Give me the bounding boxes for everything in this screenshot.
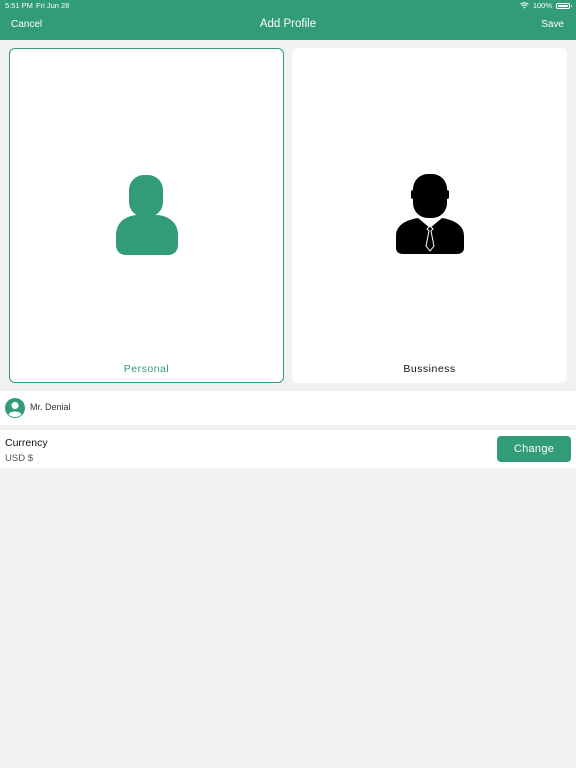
person-icon (115, 175, 178, 255)
avatar-icon (5, 398, 25, 418)
battery-icon (556, 2, 572, 9)
status-time: 5:51 PM (5, 1, 33, 10)
save-button[interactable]: Save (541, 19, 564, 30)
status-indicators: 100% (519, 1, 572, 10)
personal-profile-card[interactable]: Personal (9, 48, 284, 383)
status-bar: 5:51 PM Fri Jun 28 100% (0, 0, 576, 12)
businessman-icon (395, 174, 464, 254)
currency-row: Currency USD $ Change (0, 430, 576, 468)
business-profile-card[interactable]: Bussiness (292, 48, 567, 383)
change-currency-button[interactable]: Change (497, 436, 571, 462)
profile-name: Mr. Denial (30, 402, 71, 412)
currency-label: Currency (5, 437, 48, 449)
page-title: Add Profile (259, 18, 317, 30)
business-label: Bussiness (403, 363, 456, 375)
status-date: Fri Jun 28 (36, 1, 70, 10)
currency-value: USD $ (5, 453, 33, 464)
profile-name-row[interactable]: Mr. Denial (0, 391, 576, 425)
wifi-icon (519, 2, 529, 9)
personal-label: Personal (123, 363, 170, 375)
app-header: 5:51 PM Fri Jun 28 100% Cancel Add Profi… (0, 0, 576, 40)
battery-percent: 100% (532, 1, 552, 10)
